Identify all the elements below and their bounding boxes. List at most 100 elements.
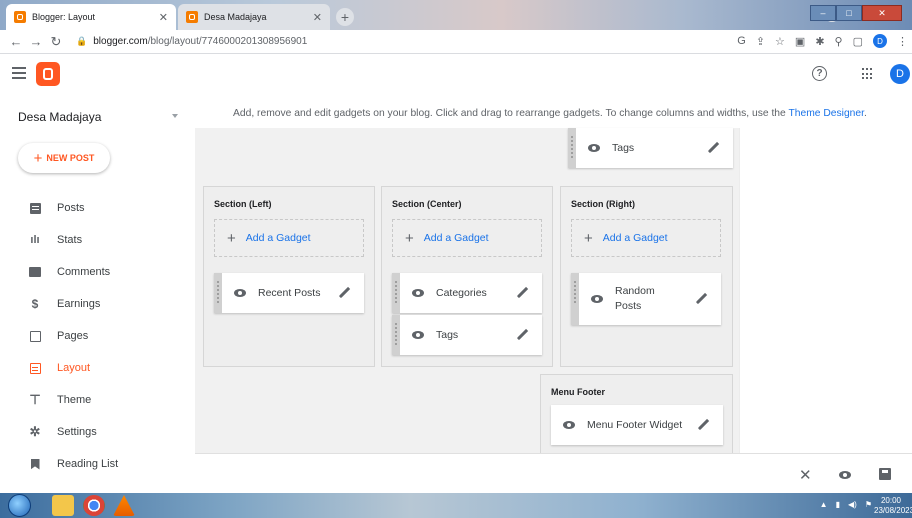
layout-action-bar: ✕ [195, 453, 912, 493]
browser-menu-icon[interactable]: ⋮ [897, 35, 908, 48]
google-apps-icon[interactable] [862, 68, 874, 80]
file-explorer-icon[interactable] [52, 495, 74, 516]
browser-toolbar: ← → ↻ 🔒 blogger.com/blog/layout/77460002… [0, 30, 912, 54]
vlc-icon[interactable] [113, 495, 135, 516]
drag-handle-icon[interactable] [571, 273, 579, 325]
extension-icon[interactable]: ▣ [795, 35, 805, 48]
sidebar-item-layout[interactable]: Layout [0, 352, 195, 384]
pin-icon[interactable]: ⚲ [835, 35, 843, 48]
reload-icon[interactable]: ↻ [46, 34, 66, 50]
hamburger-menu-icon[interactable] [12, 67, 26, 79]
sidebar-item-earnings[interactable]: $ Earnings [0, 288, 195, 320]
section-menu-footer: Menu Footer Menu Footer Widget [540, 374, 733, 453]
bookmark-star-icon[interactable]: ☆ [775, 35, 785, 48]
system-clock[interactable]: 20:00 23/08/2023 [874, 496, 912, 516]
edit-pencil-icon[interactable] [707, 142, 719, 154]
dropdown-caret-icon [172, 114, 178, 118]
lock-icon[interactable]: 🔒 [76, 36, 87, 47]
preview-eye-icon[interactable] [839, 471, 851, 479]
eye-icon[interactable] [412, 331, 424, 339]
close-icon[interactable]: ✕ [799, 466, 812, 484]
back-arrow-icon[interactable]: ← [6, 34, 26, 49]
drag-handle-icon[interactable] [214, 273, 222, 313]
google-icon[interactable]: G [737, 35, 746, 47]
add-gadget-button[interactable]: + Add a Gadget [214, 219, 364, 257]
new-tab-button[interactable]: + [336, 8, 354, 26]
flag-icon[interactable]: ⚑ [865, 500, 872, 509]
sidebar-item-reading-list[interactable]: Reading List [0, 448, 195, 480]
tab-close-icon[interactable]: ✕ [313, 11, 322, 24]
edit-pencil-icon[interactable] [697, 419, 709, 431]
network-icon[interactable]: ▮ [836, 500, 840, 509]
add-gadget-button[interactable]: + Add a Gadget [392, 219, 542, 257]
sidebar-item-pages[interactable]: Pages [0, 320, 195, 352]
puzzle-icon[interactable]: ✱ [815, 35, 824, 48]
theme-designer-link[interactable]: Theme Designer [788, 108, 864, 119]
sidebar-item-stats[interactable]: ılı Stats [0, 224, 195, 256]
sidebar: Desa Madajaya + NEW POST Posts ılı Stats… [0, 95, 195, 493]
gadget-random-posts[interactable]: Random Posts [571, 273, 721, 325]
drag-handle-icon[interactable] [392, 273, 400, 313]
maximize-button[interactable]: □ [836, 5, 862, 21]
chrome-icon[interactable] [83, 495, 105, 516]
sidebar-item-comments[interactable]: Comments [0, 256, 195, 288]
minimize-button[interactable]: – [810, 5, 836, 21]
sidebar-item-label: Posts [57, 202, 85, 214]
address-bar[interactable]: blogger.com/blog/layout/7746000201308956… [93, 36, 307, 47]
account-avatar[interactable]: D [890, 64, 910, 84]
plus-icon: + [33, 149, 43, 167]
close-window-button[interactable]: ✕ [862, 5, 902, 21]
new-post-button[interactable]: + NEW POST [18, 143, 110, 173]
layout-instructions: Add, remove and edit gadgets on your blo… [233, 108, 867, 119]
save-icon[interactable] [879, 468, 891, 480]
sidebar-item-posts[interactable]: Posts [0, 192, 195, 224]
gadget-recent-posts[interactable]: Recent Posts [214, 273, 364, 313]
help-icon[interactable]: ? [812, 66, 827, 81]
drag-handle-icon[interactable] [568, 128, 576, 168]
gadget-tags[interactable]: Tags [392, 315, 542, 355]
sidebar-item-label: Layout [57, 362, 91, 374]
browser-profile-avatar[interactable]: D [873, 34, 887, 48]
share-icon[interactable]: ⇪ [756, 35, 765, 48]
add-gadget-button[interactable]: + Add a Gadget [571, 219, 721, 257]
edit-pencil-icon[interactable] [338, 287, 350, 299]
blog-name: Desa Madajaya [18, 110, 102, 124]
start-button[interactable] [8, 494, 31, 517]
eye-icon[interactable] [234, 289, 246, 297]
eye-icon[interactable] [563, 421, 575, 429]
sidebar-item-label: Earnings [57, 298, 101, 310]
eye-icon[interactable] [591, 295, 603, 303]
tab-desa-madajaya[interactable]: Desa Madajaya ✕ [178, 4, 330, 30]
sidebar-item-label: Theme [57, 394, 92, 406]
eye-icon[interactable] [412, 289, 424, 297]
sidebar-item-label: Reading List [57, 458, 119, 470]
comments-icon [25, 267, 45, 277]
volume-icon[interactable]: ◀) [848, 500, 857, 509]
tray-arrow-icon[interactable]: ▲ [820, 500, 828, 509]
sidepanel-icon[interactable]: ▢ [853, 35, 863, 48]
eye-icon[interactable] [588, 144, 600, 152]
blogger-logo[interactable] [36, 62, 60, 86]
plus-icon: + [227, 229, 236, 247]
section-center: Section (Center) + Add a Gadget Categori… [381, 186, 553, 367]
gadget-menu-footer-widget[interactable]: Menu Footer Widget [551, 405, 723, 445]
gadget-categories[interactable]: Categories [392, 273, 542, 313]
drag-handle-icon[interactable] [392, 315, 400, 355]
tab-close-icon[interactable]: ✕ [159, 11, 168, 24]
gadget-tags-top[interactable]: Tags [568, 128, 733, 168]
edit-pencil-icon[interactable] [695, 293, 707, 305]
tab-blogger-layout[interactable]: Blogger: Layout ✕ [6, 4, 176, 30]
url-path: /blog/layout/7746000201308956901 [147, 36, 308, 47]
add-gadget-label: Add a Gadget [423, 232, 489, 244]
forward-arrow-icon[interactable]: → [26, 34, 46, 49]
sidebar-item-theme[interactable]: ⊤ Theme [0, 384, 195, 416]
gadget-name: Recent Posts [258, 286, 321, 299]
blog-selector[interactable]: Desa Madajaya [18, 110, 178, 124]
section-right: Section (Right) + Add a Gadget Random Po… [560, 186, 733, 367]
edit-pencil-icon[interactable] [516, 287, 528, 299]
sidebar-item-label: Stats [57, 234, 83, 246]
edit-pencil-icon[interactable] [516, 329, 528, 341]
add-gadget-label: Add a Gadget [245, 232, 311, 244]
sidebar-item-settings[interactable]: ✲ Settings [0, 416, 195, 448]
gadget-name: Tags [612, 141, 635, 154]
